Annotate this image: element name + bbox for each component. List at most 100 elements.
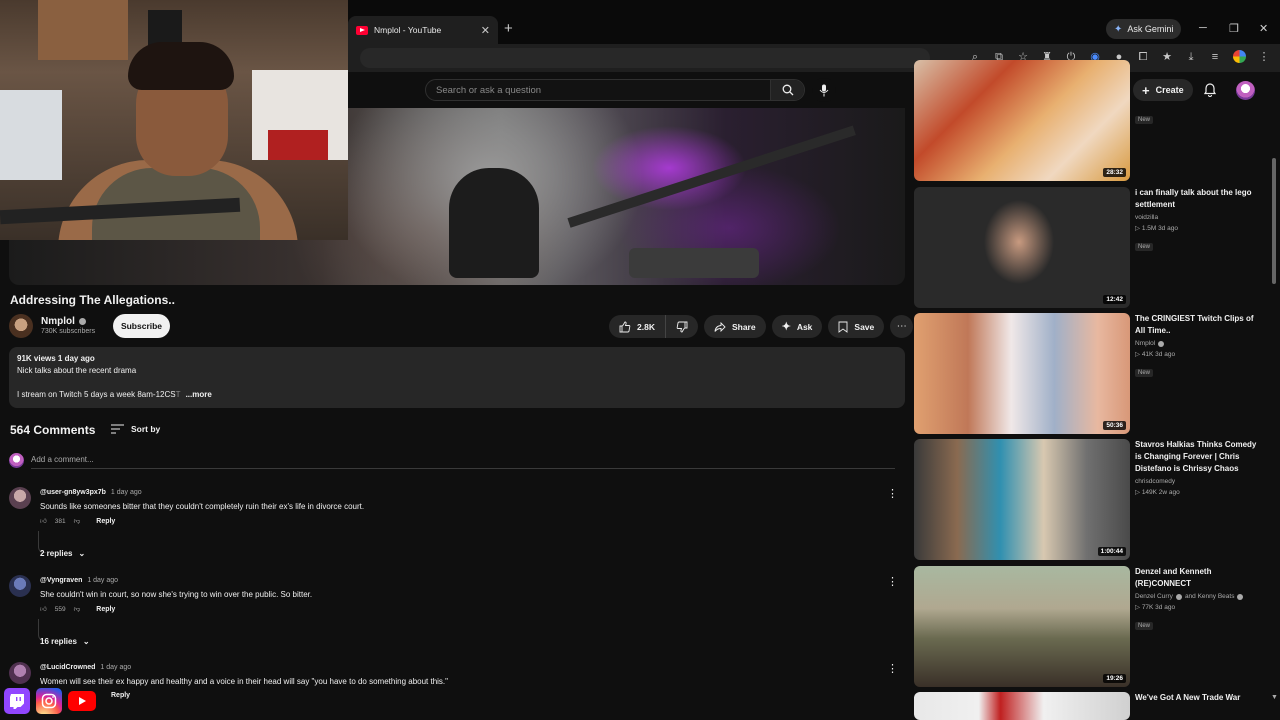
dislike-button[interactable]: [666, 315, 698, 338]
comment-menu-icon[interactable]: ⋮: [887, 662, 898, 675]
comment-avatar[interactable]: [9, 662, 31, 684]
comment-header: @LucidCrowned 1 day ago: [40, 664, 131, 671]
restore-icon[interactable]: ❐: [1229, 22, 1239, 35]
twitch-logo-icon: [4, 688, 30, 714]
comment-time[interactable]: 1 day ago: [100, 664, 131, 671]
download-icon[interactable]: ⤓: [1185, 51, 1197, 63]
comment-text: Sounds like someones bitter that they co…: [40, 502, 365, 511]
search-input[interactable]: [436, 84, 756, 96]
like-dislike-group: 2.8K: [609, 315, 698, 338]
video-info: Denzel and Kenneth (RE)CONNECT Denzel Cu…: [1135, 566, 1263, 632]
description-meta: 91K views 1 day ago: [17, 354, 95, 363]
description-line-1: Nick talks about the recent drama: [17, 366, 137, 375]
notifications-bell-icon[interactable]: [1203, 82, 1217, 97]
like-button[interactable]: 2.8K: [609, 315, 666, 338]
video-thumbnail[interactable]: [914, 692, 1130, 720]
media-controls-icon[interactable]: ≡: [1209, 51, 1221, 63]
view-replies-button[interactable]: 2 replies ⌄: [40, 549, 85, 558]
video-channel-row[interactable]: Nmplol: [1135, 339, 1263, 349]
video-meta: ▷ 77K 3d ago: [1135, 604, 1176, 611]
video-title[interactable]: We've Got A New Trade War: [1135, 692, 1263, 704]
description-line-2-fade: T: [175, 390, 181, 399]
comment-time[interactable]: 1 day ago: [111, 489, 142, 496]
ask-button[interactable]: ✦ Ask: [771, 315, 823, 338]
bookmark-icon: [838, 321, 848, 333]
new-badge: New: [1135, 369, 1154, 377]
description-line-2: I stream on Twitch 5 days a week 8am-12C…: [17, 389, 897, 401]
comment-author[interactable]: @LucidCrowned: [40, 664, 95, 671]
comment-author[interactable]: @Vyngraven: [40, 577, 82, 584]
video-title[interactable]: Stavros Halkias Thinks Comedy is Changin…: [1135, 439, 1263, 475]
channel-avatar[interactable]: [9, 314, 33, 338]
video-thumbnail[interactable]: 28:32: [914, 60, 1130, 181]
puzzle-extensions-icon[interactable]: ⧠: [1137, 51, 1149, 63]
view-replies-button[interactable]: 16 replies ⌄: [40, 637, 90, 646]
reply-button[interactable]: Reply: [111, 692, 130, 699]
webcam-whiteboard: [0, 90, 62, 180]
create-button[interactable]: + Create: [1133, 79, 1193, 101]
comment-like-icon[interactable]: 👍︎: [40, 517, 47, 525]
youtube-favicon-icon: [356, 25, 368, 35]
comment-actions: 👍︎ 559 👎︎ Reply: [40, 605, 115, 614]
comment-menu-icon[interactable]: ⋮: [887, 575, 898, 588]
channel-name-row[interactable]: Nmplol: [41, 316, 86, 327]
show-more-link[interactable]: ...more: [186, 390, 212, 399]
comment-like-count: 559: [54, 605, 66, 613]
video-title[interactable]: i can finally talk about the lego settle…: [1135, 187, 1263, 211]
bookmarks-icon[interactable]: ★: [1161, 51, 1173, 63]
account-avatar[interactable]: [1236, 81, 1255, 100]
webcam-person-hair: [128, 42, 234, 90]
subscriber-count: 730K subscribers: [41, 328, 96, 335]
video-thumbnail[interactable]: 50:36: [914, 313, 1130, 434]
browser-menu-icon[interactable]: ⋮: [1258, 51, 1270, 63]
video-actions: 2.8K Share ✦ Ask Save ⋯: [609, 315, 914, 338]
minimize-icon[interactable]: ─: [1199, 22, 1207, 34]
video-meta-text: 77K 3d ago: [1141, 604, 1176, 611]
reply-button[interactable]: Reply: [96, 518, 115, 525]
comment-avatar[interactable]: [9, 487, 31, 509]
replies-count: 16 replies: [40, 637, 77, 646]
scroll-down-arrow-icon[interactable]: ▼: [1271, 694, 1278, 701]
comment-avatar[interactable]: [9, 575, 31, 597]
video-channel[interactable]: voidzilla: [1135, 213, 1263, 223]
comment-dislike-icon[interactable]: 👎︎: [74, 517, 81, 525]
description-box[interactable]: 91K views 1 day ago Nick talks about the…: [9, 347, 905, 408]
video-thumbnail[interactable]: 19:26: [914, 566, 1130, 687]
more-actions-button[interactable]: ⋯: [890, 315, 914, 338]
browser-profile-icon[interactable]: [1233, 50, 1246, 63]
reply-button[interactable]: Reply: [96, 606, 115, 613]
video-title[interactable]: The CRINGIEST Twitch Clips of All Time..: [1135, 313, 1263, 337]
voice-search-button[interactable]: [812, 78, 836, 102]
search-button[interactable]: [770, 80, 804, 100]
comment-menu-icon[interactable]: ⋮: [887, 487, 898, 500]
video-channel-row[interactable]: Denzel Curry and Kenny Beats: [1135, 592, 1263, 602]
sort-by-button[interactable]: Sort by: [111, 424, 160, 434]
ask-gemini-button[interactable]: ✦ Ask Gemini: [1106, 19, 1182, 39]
chevron-down-icon: ⌄: [82, 637, 90, 646]
comment-author[interactable]: @user-gn8yw3px7b: [40, 489, 106, 496]
new-tab-icon[interactable]: +: [504, 20, 513, 38]
new-badge: New: [1135, 622, 1154, 630]
address-bar[interactable]: [360, 48, 930, 68]
comment-like-icon[interactable]: 👍︎: [40, 605, 47, 613]
close-window-icon[interactable]: ✕: [1259, 22, 1268, 35]
close-tab-icon[interactable]: ✕: [481, 24, 490, 37]
comment-count: 564 Comments: [10, 423, 96, 437]
video-channel[interactable]: chrisdcomedy: [1135, 477, 1263, 487]
tab-title: Nmplol - YouTube: [374, 25, 442, 35]
browser-tab[interactable]: Nmplol - YouTube ✕: [348, 16, 498, 44]
video-thumbnail[interactable]: 1:00:44: [914, 439, 1130, 560]
video-title: Addressing The Allegations..: [10, 293, 175, 307]
video-thumbnail[interactable]: 12:42: [914, 187, 1130, 308]
subscribe-button[interactable]: Subscribe: [113, 314, 170, 338]
save-button[interactable]: Save: [828, 315, 885, 338]
share-button[interactable]: Share: [703, 315, 766, 338]
channel-name: Nmplol: [41, 316, 75, 327]
add-comment-input[interactable]: Add a comment...: [31, 453, 895, 469]
new-badge: New: [1135, 243, 1154, 251]
comment-time[interactable]: 1 day ago: [87, 577, 118, 584]
comment-dislike-icon[interactable]: 👎︎: [74, 605, 81, 613]
scrollbar-thumb[interactable]: [1272, 158, 1276, 284]
ask-gemini-label: Ask Gemini: [1127, 24, 1174, 34]
video-title[interactable]: Denzel and Kenneth (RE)CONNECT: [1135, 566, 1263, 590]
